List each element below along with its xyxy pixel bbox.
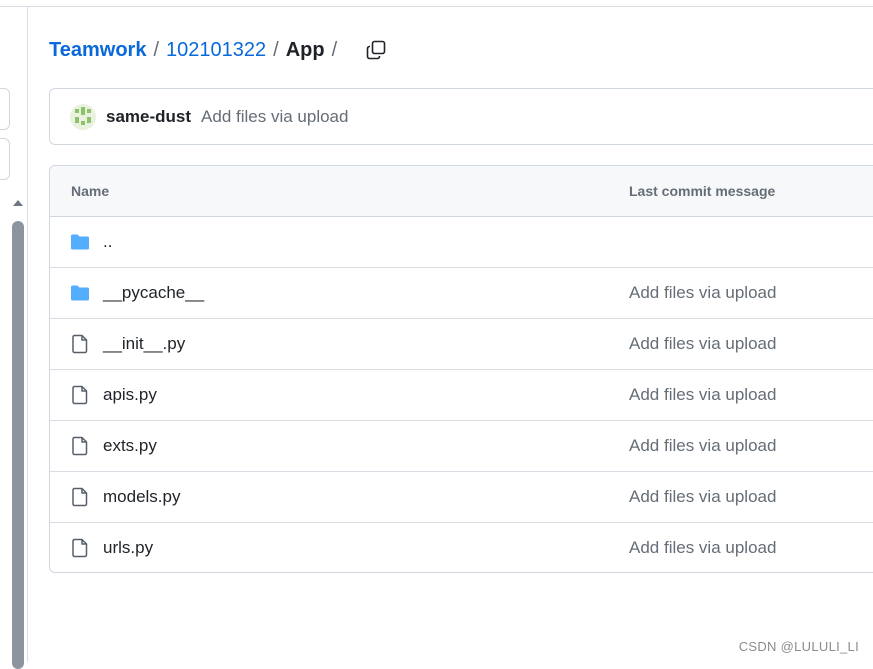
commit-author-link[interactable]: same-dust [106,107,191,127]
commit-message-link[interactable]: Add files via upload [629,487,776,507]
commit-message-link[interactable]: Add files via upload [629,385,776,405]
file-name-link[interactable]: .. [103,232,112,252]
breadcrumb-separator: / [332,39,338,62]
file-icon [70,334,90,354]
sidebar-button-bottom[interactable] [0,138,10,180]
file-icon [70,385,90,405]
breadcrumb-separator: / [273,39,279,62]
table-row[interactable]: models.py Add files via upload [50,472,873,523]
breadcrumb-current: App [286,39,325,62]
table-row[interactable]: exts.py Add files via upload [50,421,873,472]
file-icon [70,436,90,456]
avatar[interactable] [70,104,96,130]
copy-path-icon[interactable] [366,40,386,60]
table-header: Name Last commit message [50,166,873,217]
top-divider [0,6,873,7]
table-row[interactable]: apis.py Add files via upload [50,370,873,421]
scroll-up-arrow-icon[interactable] [13,200,23,206]
breadcrumb-repo-link[interactable]: 102101322 [166,39,266,62]
breadcrumb: Teamwork / 102101322 / App / [49,36,386,64]
commit-message-link[interactable]: Add files via upload [629,283,776,303]
file-icon [70,487,90,507]
file-table: Name Last commit message .. __pycache__ … [49,165,873,573]
latest-commit-bar: same-dust Add files via upload [49,88,873,145]
file-name-link[interactable]: __init__.py [103,334,185,354]
column-header-last-commit: Last commit message [629,183,775,199]
file-name-link[interactable]: exts.py [103,436,157,456]
left-sidebar [0,7,28,662]
file-name-link[interactable]: apis.py [103,385,157,405]
sidebar-scrollbar[interactable] [12,221,24,669]
folder-icon [70,232,90,252]
file-name-link[interactable]: __pycache__ [103,283,204,303]
commit-message-link[interactable]: Add files via upload [629,334,776,354]
table-row[interactable]: urls.py Add files via upload [50,523,873,573]
file-icon [70,538,90,558]
table-row[interactable]: __pycache__ Add files via upload [50,268,873,319]
file-name-link[interactable]: models.py [103,487,180,507]
file-name-link[interactable]: urls.py [103,538,153,558]
breadcrumb-separator: / [153,39,159,62]
column-header-name: Name [71,183,109,199]
watermark: CSDN @LULULI_LI [739,639,859,654]
table-row[interactable]: __init__.py Add files via upload [50,319,873,370]
commit-message-link[interactable]: Add files via upload [629,538,776,558]
table-row[interactable]: .. [50,217,873,268]
folder-icon [70,283,90,303]
breadcrumb-owner-link[interactable]: Teamwork [49,39,146,62]
commit-message-link[interactable]: Add files via upload [629,436,776,456]
commit-message-link[interactable]: Add files via upload [201,107,348,127]
sidebar-button-top[interactable] [0,88,10,130]
